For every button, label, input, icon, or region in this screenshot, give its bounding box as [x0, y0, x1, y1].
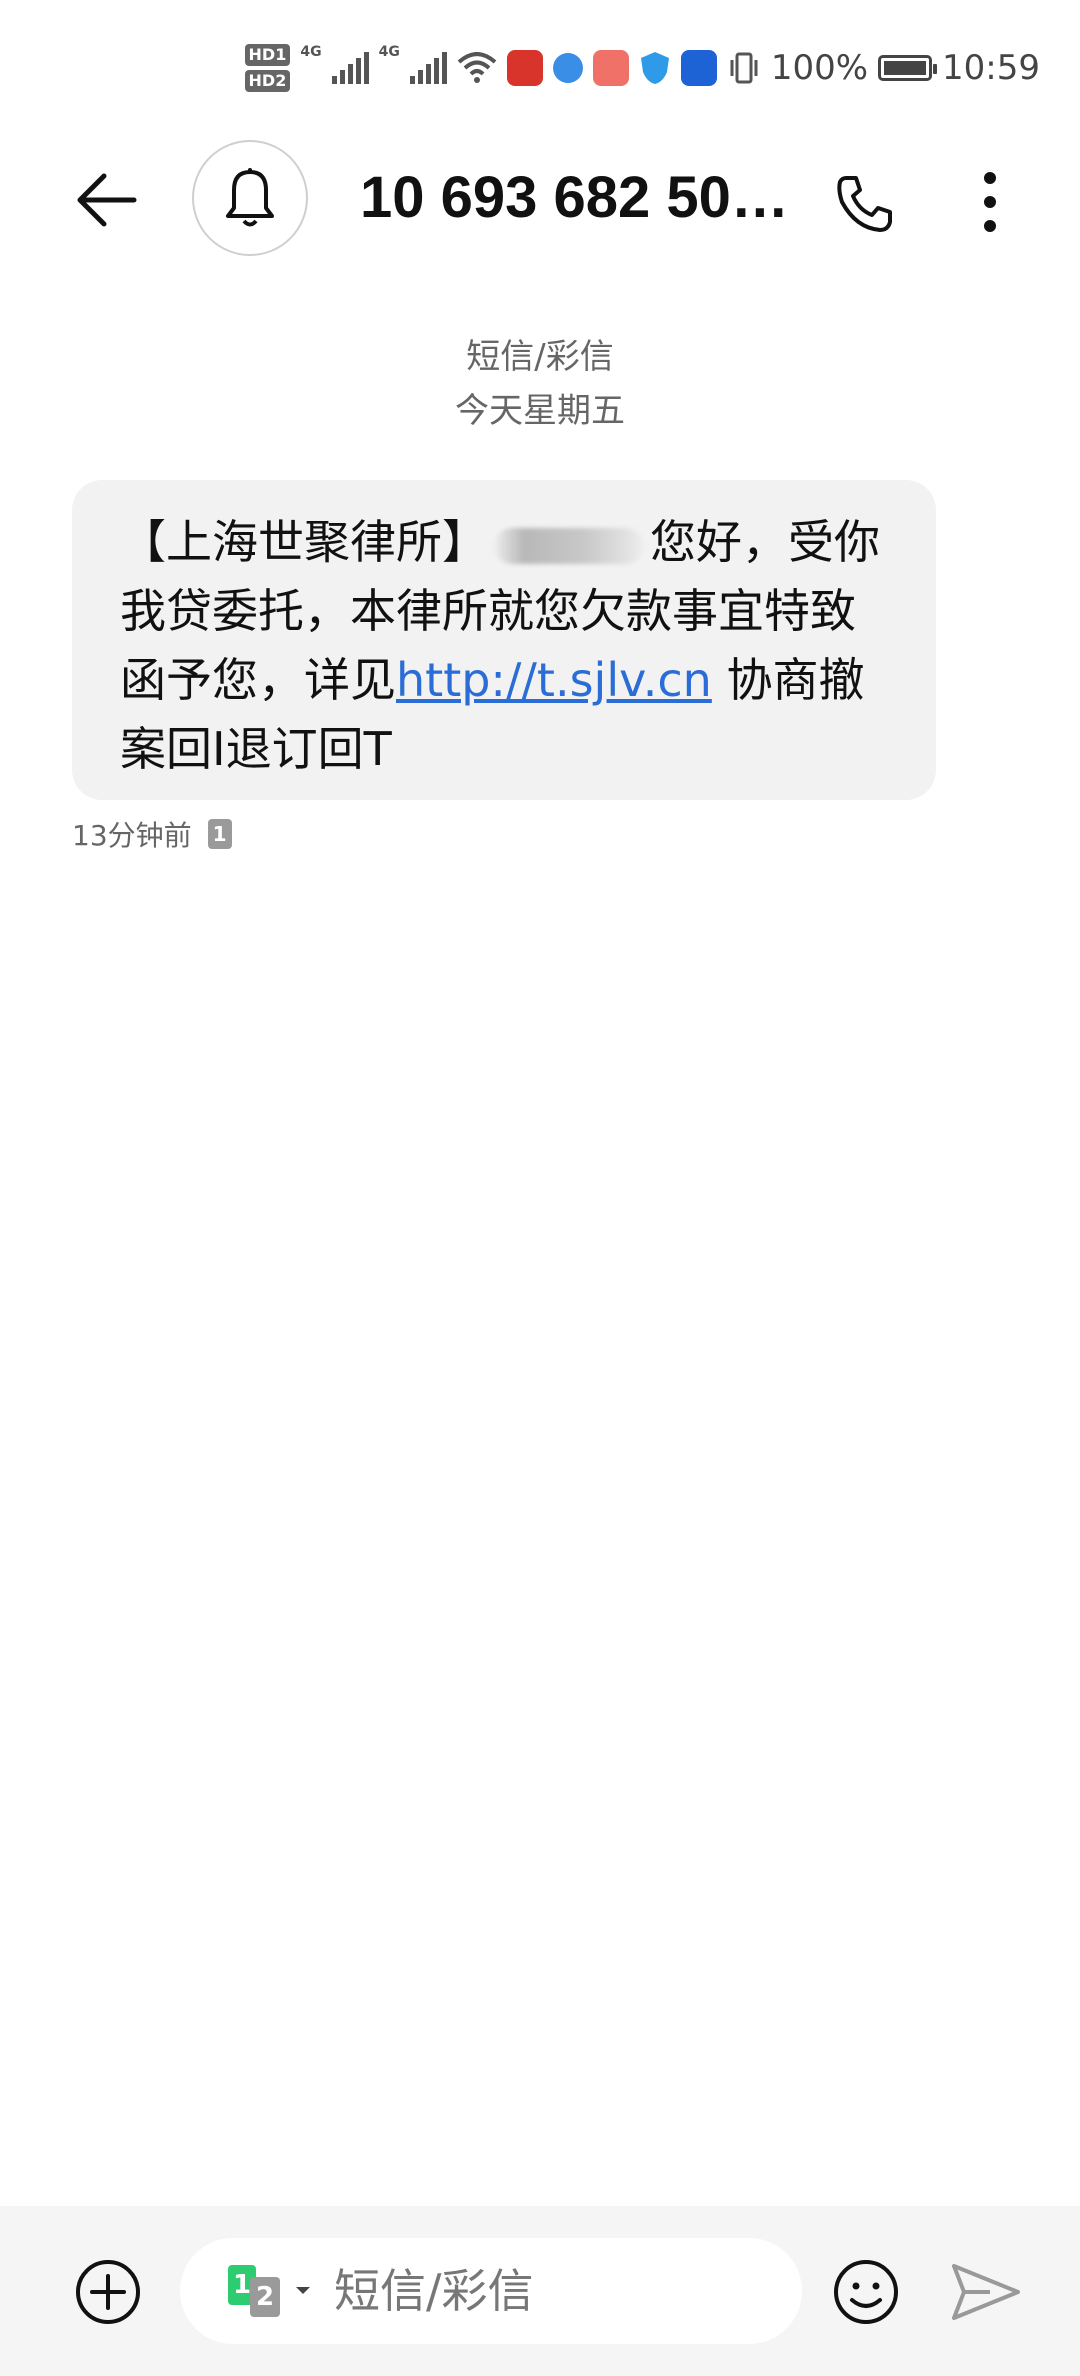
contact-title[interactable]: 10 693 682 50…	[360, 164, 790, 231]
date-separator: 今天星期五	[455, 391, 625, 431]
hd1-badge: HD1	[244, 44, 291, 66]
hd2-badge: HD2	[244, 70, 291, 92]
signal-1-icon	[331, 52, 369, 84]
wifi-icon	[457, 52, 497, 83]
contact-avatar[interactable]	[192, 140, 308, 256]
message-link[interactable]: http://t.sjlv.cn	[396, 653, 712, 707]
call-button[interactable]	[822, 162, 906, 246]
message-input-container: 1 2	[180, 2238, 802, 2344]
network-label-2: 4G	[378, 44, 400, 60]
add-circle-icon	[76, 2260, 140, 2324]
browser-icon	[552, 53, 583, 83]
more-options-button[interactable]	[950, 162, 1030, 242]
send-icon	[952, 2264, 1020, 2320]
battery-icon	[878, 55, 938, 81]
message-sender-tag: 【上海世聚律所】	[120, 515, 488, 569]
shop-icon	[592, 50, 629, 86]
chevron-down-icon	[296, 2287, 310, 2294]
emoji-button[interactable]	[832, 2258, 900, 2326]
status-bar: HD1 HD2 4G 4G 100% 10:59	[0, 0, 1080, 140]
app-red-icon	[506, 50, 543, 86]
shield-icon	[640, 52, 669, 84]
battery-percent: 100%	[770, 48, 869, 88]
lightbulb-icon	[680, 50, 717, 86]
message-type-label: 短信/彩信	[466, 337, 614, 377]
back-arrow-icon	[77, 173, 137, 227]
sim2-badge: 2	[250, 2277, 280, 2317]
message-info: 13分钟前 1	[72, 814, 232, 854]
sim-card-icon: 1 2	[228, 2265, 288, 2317]
sim-selector[interactable]: 1 2	[228, 2265, 312, 2317]
phone-icon	[837, 176, 892, 232]
emoji-icon	[834, 2260, 898, 2324]
redacted-name	[494, 527, 644, 564]
conversation-header: 10 693 682 50…	[0, 140, 1080, 256]
network-label-1: 4G	[300, 44, 322, 60]
sim-badge-icon: 1	[207, 819, 232, 849]
add-attachment-button[interactable]	[74, 2258, 142, 2326]
thread-meta: 短信/彩信 今天星期五	[0, 330, 1080, 438]
vibrate-icon	[730, 52, 758, 84]
bell-icon	[226, 168, 274, 227]
more-vertical-icon	[984, 172, 996, 232]
message-time: 13分钟前	[72, 819, 192, 852]
message-input[interactable]	[332, 2263, 756, 2319]
composer-bar: 1 2	[0, 2206, 1080, 2376]
send-button[interactable]	[950, 2258, 1022, 2326]
back-button[interactable]	[64, 158, 148, 242]
screen: HD1 HD2 4G 4G 100% 10:59 10 693 682 50… …	[0, 0, 1080, 2376]
clock: 10:59	[942, 48, 1040, 88]
signal-2-icon	[409, 52, 447, 84]
status-icons: HD1 HD2 4G 4G 100% 10:59	[244, 44, 1040, 92]
message-bubble[interactable]: 【上海世聚律所】 您好，受你我贷委托，本律所就您欠款事宜特致函予您，详见http:…	[72, 480, 936, 800]
hd-indicators: HD1 HD2	[244, 44, 291, 92]
